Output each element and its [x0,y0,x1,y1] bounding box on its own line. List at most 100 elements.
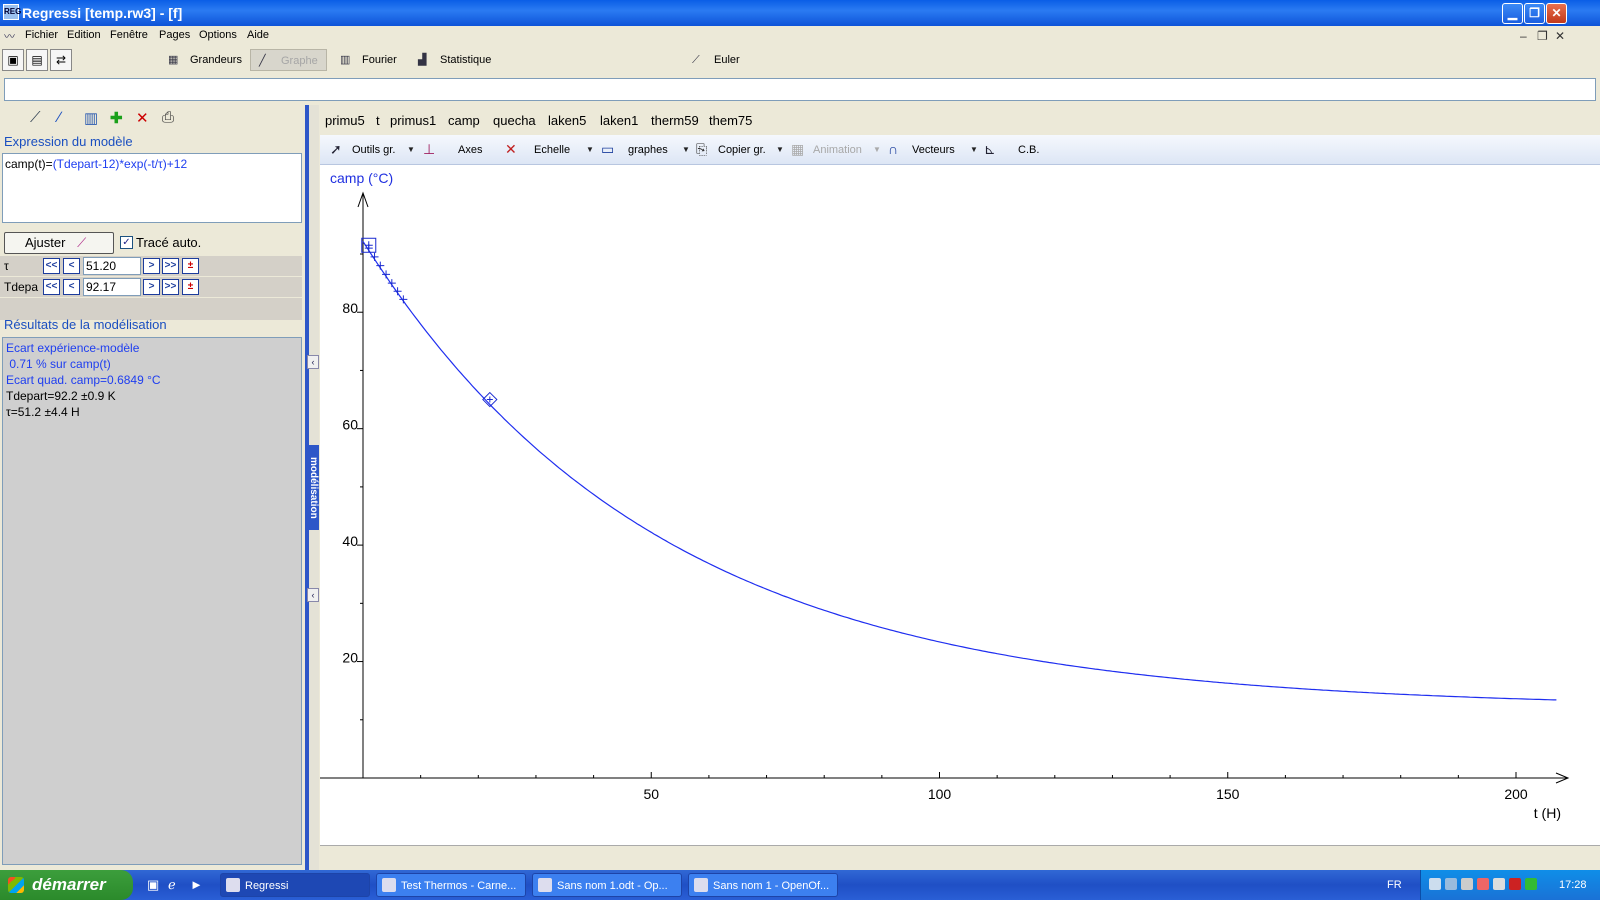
fit-button[interactable]: Ajuster ⟋ [4,232,114,254]
task-sans-nom-odt[interactable]: Sans nom 1.odt - Op... [532,873,682,897]
var-them75[interactable]: them75 [709,113,752,128]
tray-display-icon[interactable] [1461,878,1473,890]
vectors-icon[interactable]: ∩ [888,141,898,157]
axes-button[interactable]: Axes [458,144,482,156]
echelle-button[interactable]: Echelle [534,144,570,156]
tab-euler[interactable]: ⟋ Euler [684,49,748,71]
chart-svg[interactable]: 50 100 150 200 20 40 60 80 camp (°C) t (H) [315,165,1600,845]
minimize-button[interactable]: ▁ [1502,3,1523,24]
graphes-dropdown-icon[interactable]: ▼ [682,145,690,154]
tab-fourier[interactable]: ▥ Fourier [332,49,405,71]
swap-icon[interactable]: ⇄ [50,49,72,71]
collapse-left-icon[interactable]: ‹ [307,355,319,369]
var-camp[interactable]: camp [448,113,480,128]
menu-options[interactable]: Options [199,29,237,41]
print-icon[interactable]: ⎙ [162,109,174,126]
var-laken1[interactable]: laken1 [600,113,638,128]
outils-dropdown-icon[interactable]: ▼ [407,145,415,154]
auto-trace-checkbox[interactable]: ✓ [120,236,133,249]
param-first-button[interactable]: << [43,279,60,295]
tray-app-icon[interactable] [1429,878,1441,890]
param-value-input[interactable]: 51.20 [83,257,141,275]
param-value-input[interactable]: 92.17 [83,278,141,296]
var-primus1[interactable]: primus1 [390,113,436,128]
model-expression-field[interactable]: camp(t)=(Tdepart-12)*exp(-t/τ)+12 [2,153,302,223]
tab-graphe[interactable]: ╱ Graphe [250,49,327,71]
mdi-close-button[interactable]: ✕ [1555,29,1565,43]
axes-icon[interactable]: ⊥ [423,141,435,158]
outils-button[interactable]: Outils gr. [352,144,395,156]
copier-button[interactable]: Copier gr. [718,144,766,156]
browser-icon[interactable]: ℯ [168,877,184,893]
param-next-button[interactable]: > [143,279,160,295]
collapse-left-icon-2[interactable]: ‹ [307,588,319,602]
graphs-icon[interactable]: ▭ [601,141,614,158]
add-icon[interactable]: ✚ [110,109,123,127]
echelle-dropdown-icon[interactable]: ▼ [586,145,594,154]
param-last-button[interactable]: >> [162,258,179,274]
menu-fenetre[interactable]: Fenêtre [110,29,148,41]
tray-status-icon[interactable] [1525,878,1537,890]
model-graph-icon[interactable]: ⟋ [30,109,41,126]
open-folder-icon[interactable]: ▤ [26,49,48,71]
tray-kaspersky-icon[interactable] [1509,878,1521,890]
param-first-button[interactable]: << [43,258,60,274]
var-t[interactable]: t [376,113,380,128]
param-prev-button[interactable]: < [63,279,80,295]
task-regressi[interactable]: Regressi [220,873,370,897]
media-player-icon[interactable]: ► [190,877,206,893]
language-indicator[interactable]: FR [1387,879,1402,891]
menu-edition[interactable]: Edition [67,29,101,41]
maximize-button[interactable]: ❐ [1524,3,1545,24]
vecteurs-button[interactable]: Vecteurs [912,144,955,156]
modelisation-side-tab[interactable]: modélisation [307,445,319,530]
animation-button: Animation [813,144,862,156]
result-line: 0.71 % sur camp(t) [6,357,111,371]
copy-icon[interactable]: ⎘ [696,141,707,158]
var-quecha[interactable]: quecha [493,113,536,128]
copier-dropdown-icon[interactable]: ▼ [776,145,784,154]
panel-splitter[interactable]: ‹ modélisation ‹ [305,105,319,870]
app-menu-icon[interactable]: 〰 [4,28,20,43]
graphes-button[interactable]: graphes [628,144,668,156]
tray-volume-icon[interactable] [1493,878,1505,890]
columns-icon[interactable]: ▥ [84,109,98,127]
tab-grandeurs[interactable]: ▦ Grandeurs [160,49,250,71]
line-icon[interactable]: ∕ [58,109,61,126]
y-tick-label: 40 [342,533,358,549]
clear-icon[interactable]: ✕ [136,109,149,127]
var-laken5[interactable]: laken5 [548,113,586,128]
param-prev-button[interactable]: < [63,258,80,274]
cursor-icon[interactable]: ➚ [330,141,342,158]
result-line: Ecart quad. camp=0.6849 °C [6,373,161,387]
menu-pages[interactable]: Pages [159,29,190,41]
task-sans-nom-openoffice[interactable]: Sans nom 1 - OpenOf... [688,873,838,897]
vecteurs-dropdown-icon[interactable]: ▼ [970,145,978,154]
close-button[interactable]: ✕ [1546,3,1567,24]
menu-aide[interactable]: Aide [247,29,269,41]
var-therm59[interactable]: therm59 [651,113,699,128]
tray-network-icon[interactable] [1445,878,1457,890]
save-icon[interactable]: ▣ [2,49,24,71]
command-input[interactable] [4,78,1596,101]
menu-fichier[interactable]: Fichier [25,29,58,41]
param-name: τ [4,259,9,273]
cb-icon[interactable]: ⊾ [984,141,996,158]
scale-icon[interactable]: ✕ [505,141,517,158]
cb-button[interactable]: C.B. [1018,144,1039,156]
param-uncertainty-button[interactable]: ± [182,279,199,295]
table-icon: ▦ [168,54,179,66]
tab-statistique[interactable]: ▟ Statistique [410,49,499,71]
mdi-minimize-button[interactable]: – [1520,29,1527,43]
desktop-icon[interactable]: ▣ [147,877,163,893]
mdi-restore-button[interactable]: ❐ [1537,29,1548,43]
param-uncertainty-button[interactable]: ± [182,258,199,274]
param-last-button[interactable]: >> [162,279,179,295]
graph-area[interactable]: 50 100 150 200 20 40 60 80 camp (°C) t (H) [315,165,1600,870]
task-test-thermos[interactable]: Test Thermos - Carne... [376,873,526,897]
tray-antivirus-icon[interactable] [1477,878,1489,890]
start-button[interactable]: démarrer [0,870,133,900]
var-primu5[interactable]: primu5 [325,113,365,128]
param-next-button[interactable]: > [143,258,160,274]
euler-icon: ⟋ [692,54,700,66]
